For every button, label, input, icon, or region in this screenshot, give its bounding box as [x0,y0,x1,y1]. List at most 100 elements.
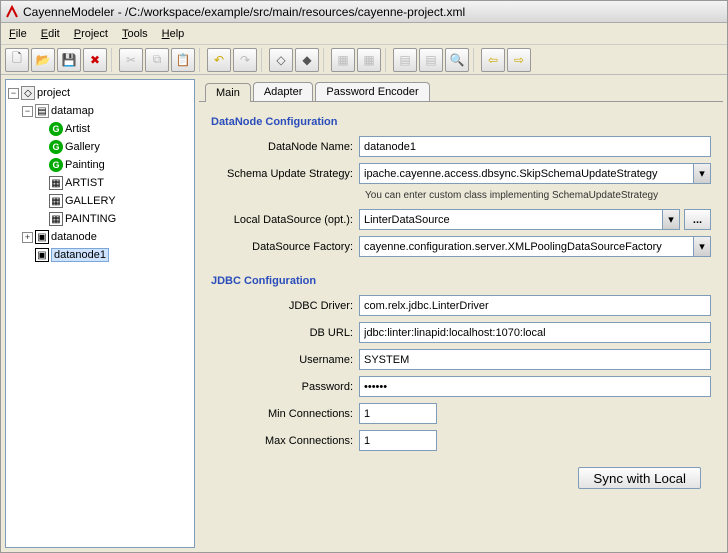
forward-icon[interactable]: ⇨ [507,48,531,72]
tab-main[interactable]: Main [205,83,251,102]
input-username[interactable] [359,349,711,370]
expander-icon[interactable]: + [22,232,33,243]
menu-edit[interactable]: Edit [41,28,60,40]
input-url[interactable] [359,322,711,343]
tool4-icon[interactable]: ▤ [419,48,443,72]
datanode-icon: ▣ [35,248,49,262]
expander-icon[interactable]: − [22,106,33,117]
tree-label: GALLERY [65,195,116,207]
label-localds: Local DataSource (opt.): [211,214,359,226]
row-driver: JDBC Driver: [211,295,711,316]
paste-icon[interactable]: 📋 [171,48,195,72]
expander-icon[interactable]: − [8,88,19,99]
row-dsf: DataSource Factory: ▾ [211,236,711,257]
form-panel: DataNode Configuration DataNode Name: Sc… [199,101,723,548]
datanode-icon: ▣ [35,230,49,244]
menu-help[interactable]: Help [162,28,185,40]
browse-button[interactable]: ... [684,209,711,230]
label-name: DataNode Name: [211,141,359,153]
input-password[interactable] [359,376,711,397]
datamap-icon[interactable]: ◇ [269,48,293,72]
input-driver[interactable] [359,295,711,316]
tree-db-painting[interactable]: ▦ PAINTING [8,210,192,228]
app-icon [5,5,19,19]
tree-label: datamap [51,105,94,117]
menubar: File Edit Project Tools Help [1,23,727,45]
input-strategy[interactable] [359,163,711,184]
cut-icon[interactable]: ✂ [119,48,143,72]
tree-root[interactable]: − ◇ project [8,84,192,102]
label-min: Min Connections: [211,408,359,420]
dbentity-icon: ▦ [49,176,63,190]
tab-adapter[interactable]: Adapter [253,82,314,101]
tree-datamap[interactable]: − ▤ datamap [8,102,192,120]
combo-localds[interactable]: ▾ [359,209,680,230]
tree-obj-artist[interactable]: G Artist [8,120,192,138]
menu-file[interactable]: File [9,28,27,40]
delete-icon[interactable]: ✖ [83,48,107,72]
undo-icon[interactable]: ↶ [207,48,231,72]
redo-icon[interactable]: ↷ [233,48,257,72]
label-strategy: Schema Update Strategy: [211,168,359,180]
row-user: Username: [211,349,711,370]
tool2-icon[interactable]: ▦ [357,48,381,72]
datanode-icon[interactable]: ◆ [295,48,319,72]
label-url: DB URL: [211,327,359,339]
objentity-icon: G [49,140,63,154]
label-dsf: DataSource Factory: [211,241,359,253]
input-localds[interactable] [359,209,680,230]
combo-dsf[interactable]: ▾ [359,236,711,257]
copy-icon[interactable]: ⧉ [145,48,169,72]
label-max: Max Connections: [211,435,359,447]
input-min-connections[interactable] [359,403,437,424]
section-datanode: DataNode Configuration [211,116,711,128]
sync-button[interactable]: Sync with Local [578,467,701,489]
tree-panel[interactable]: − ◇ project − ▤ datamap G Artist G Galle… [5,79,195,548]
tree-datanode[interactable]: + ▣ datanode [8,228,192,246]
tree-db-artist[interactable]: ▦ ARTIST [8,174,192,192]
tab-password-encoder[interactable]: Password Encoder [315,82,429,101]
row-max: Max Connections: [211,430,711,451]
main-panel: Main Adapter Password Encoder DataNode C… [199,79,723,548]
tree-datanode1[interactable]: ▣ datanode1 [8,246,192,264]
zoom-icon[interactable]: 🔍 [445,48,469,72]
combo-strategy[interactable]: ▾ [359,163,711,184]
hint-strategy: You can enter custom class implementing … [365,190,711,201]
new-icon[interactable]: 🗋 [5,48,29,72]
open-icon[interactable]: 📂 [31,48,55,72]
dbentity-icon: ▦ [49,212,63,226]
window-title: CayenneModeler - /C:/workspace/example/s… [23,5,465,19]
app-window: CayenneModeler - /C:/workspace/example/s… [0,0,728,553]
tree-label: datanode1 [51,248,109,262]
input-dsf[interactable] [359,236,711,257]
tree-obj-painting[interactable]: G Painting [8,156,192,174]
tree-obj-gallery[interactable]: G Gallery [8,138,192,156]
row-name: DataNode Name: [211,136,711,157]
menu-project[interactable]: Project [74,28,108,40]
input-max-connections[interactable] [359,430,437,451]
tool1-icon[interactable]: ▦ [331,48,355,72]
input-datanode-name[interactable] [359,136,711,157]
tree-db-gallery[interactable]: ▦ GALLERY [8,192,192,210]
label-pass: Password: [211,381,359,393]
row-url: DB URL: [211,322,711,343]
menu-tools[interactable]: Tools [122,28,148,40]
dbentity-icon: ▦ [49,194,63,208]
titlebar: CayenneModeler - /C:/workspace/example/s… [1,1,727,23]
save-icon[interactable]: 💾 [57,48,81,72]
tree-label: Painting [65,159,105,171]
tool3-icon[interactable]: ▤ [393,48,417,72]
row-pass: Password: [211,376,711,397]
row-strategy: Schema Update Strategy: ▾ [211,163,711,184]
chevron-down-icon[interactable]: ▾ [662,210,679,229]
back-icon[interactable]: ⇦ [481,48,505,72]
tree-label: PAINTING [65,213,116,225]
row-min: Min Connections: [211,403,711,424]
label-driver: JDBC Driver: [211,300,359,312]
row-localds: Local DataSource (opt.): ▾ ... [211,209,711,230]
tree-label: Gallery [65,141,100,153]
chevron-down-icon[interactable]: ▾ [693,237,710,256]
label-user: Username: [211,354,359,366]
chevron-down-icon[interactable]: ▾ [693,164,710,183]
section-jdbc: JDBC Configuration [211,275,711,287]
